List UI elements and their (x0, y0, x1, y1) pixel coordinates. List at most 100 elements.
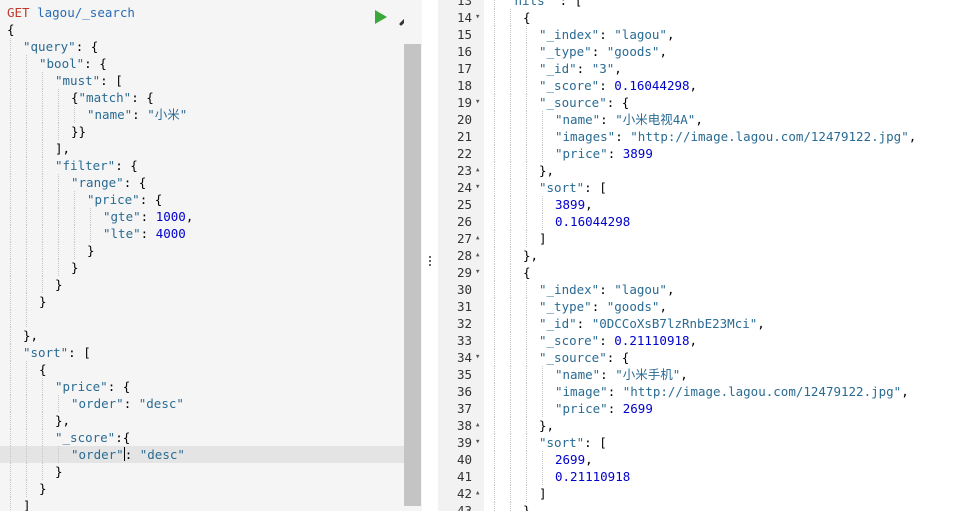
indent-guide (526, 315, 527, 332)
code-token: : (132, 107, 148, 122)
request-code-line[interactable]: "lte": 4000 (0, 225, 404, 242)
request-code-line[interactable]: GET lagou/_search (0, 4, 404, 21)
line-text: { (523, 264, 531, 281)
fold-arrow-up-icon[interactable]: ▴ (475, 162, 483, 179)
code-token: , (689, 78, 698, 93)
request-code-line[interactable]: { (0, 21, 404, 38)
fold-arrow-down-icon[interactable]: ▾ (475, 434, 483, 451)
code-token: : (591, 44, 607, 59)
response-code-line: 13 "hits" : [ (438, 0, 964, 9)
indent-guide (494, 26, 495, 43)
indent-guide (10, 106, 11, 123)
indent-guide (526, 26, 527, 43)
request-code-line[interactable]: "gte": 1000, (0, 208, 404, 225)
indent-guide (10, 327, 11, 344)
request-code-line[interactable]: } (0, 463, 404, 480)
request-code-line[interactable]: "filter": { (0, 157, 404, 174)
indent-guide (526, 60, 527, 77)
request-code-line[interactable]: "query": { (0, 38, 404, 55)
request-code-line[interactable]: }} (0, 123, 404, 140)
request-code-line[interactable]: }, (0, 327, 404, 344)
line-text: "_index": "lagou", (539, 281, 675, 298)
indent-guide (10, 480, 11, 497)
fold-arrow-down-icon[interactable]: ▾ (475, 9, 483, 26)
indent-guide (526, 349, 527, 366)
request-code-lines[interactable]: GET lagou/_search{"query": {"bool": {"mu… (0, 4, 404, 511)
code-token: , (901, 384, 909, 399)
code-token: : [ (100, 73, 123, 88)
fold-arrow-down-icon[interactable]: ▾ (475, 94, 483, 111)
indent-guide (74, 106, 75, 123)
request-code-line[interactable]: "order": "desc" (0, 395, 404, 412)
request-code-line[interactable]: "order": "desc" (0, 446, 404, 463)
code-token: "sort" (539, 180, 585, 195)
fold-arrow-up-icon[interactable]: ▴ (475, 230, 483, 247)
indent-guide (26, 395, 27, 412)
fold-arrow-up-icon[interactable]: ▴ (475, 247, 483, 264)
code-token: : [ (584, 180, 607, 195)
code-token: "_score" (539, 333, 600, 348)
request-code-line[interactable]: } (0, 293, 404, 310)
code-token: , (666, 27, 675, 42)
response-code-line: 23 ▴}, (438, 162, 964, 179)
code-token: 4000 (155, 226, 186, 241)
code-token: }, (539, 163, 555, 178)
fold-arrow-up-icon[interactable]: ▴ (475, 417, 483, 434)
response-code-line: 37 "price": 2699 (438, 400, 964, 417)
fold-arrow-down-icon[interactable]: ▾ (475, 264, 483, 281)
line-number: 34 (456, 350, 472, 365)
request-editor[interactable]: GET lagou/_search{"query": {"bool": {"mu… (0, 0, 422, 511)
indent-guide (10, 140, 11, 157)
request-code-line[interactable]: ], (0, 140, 404, 157)
editor-scrollbar-thumb[interactable] (404, 44, 421, 506)
indent-guide (10, 174, 11, 191)
request-code-line[interactable]: } (0, 276, 404, 293)
indent-guide (526, 383, 527, 400)
code-token: } (55, 277, 63, 292)
fold-arrow-down-icon[interactable]: ▾ (475, 349, 483, 366)
request-code-line[interactable]: "bool": { (0, 55, 404, 72)
code-token: "_score" (55, 430, 116, 445)
request-code-line[interactable]: "_score":{ (0, 429, 404, 446)
line-text: } (55, 276, 63, 293)
code-token: "小米电视4A" (615, 112, 696, 127)
code-token: }, (523, 248, 539, 263)
request-code-line[interactable]: } (0, 242, 404, 259)
request-code-line[interactable]: {"match": { (0, 89, 404, 106)
indent-guide (10, 310, 11, 327)
request-code-line[interactable]: }, (0, 412, 404, 429)
request-code-line[interactable]: { (0, 361, 404, 378)
indent-guide (42, 378, 43, 395)
request-code-line[interactable]: "sort": [ (0, 344, 404, 361)
request-code-line[interactable]: "range": { (0, 174, 404, 191)
response-viewer[interactable]: 13 "hits" : [14 ▾{15 "_index": "lagou", 16 "_… (438, 0, 964, 511)
request-code-line[interactable]: "price": { (0, 378, 404, 395)
resize-handle-icon[interactable] (428, 256, 432, 270)
fold-arrow-down-icon[interactable]: ▾ (475, 179, 483, 196)
response-code-line: 35 "name": "小米手机", (438, 366, 964, 383)
code-token: "order" (71, 396, 124, 411)
request-code-line[interactable]: } (0, 259, 404, 276)
indent-guide (26, 157, 27, 174)
line-text: "price": { (55, 378, 130, 395)
play-icon[interactable] (374, 10, 388, 24)
request-code-line[interactable]: ] (0, 497, 404, 511)
indent-guide (526, 196, 527, 213)
code-token: "gte" (103, 209, 141, 224)
indent-guide (510, 230, 511, 247)
request-code-line[interactable]: } (0, 480, 404, 497)
line-number: 31 (456, 299, 472, 314)
indent-guide (510, 60, 511, 77)
request-code-line[interactable]: "name": "小米" (0, 106, 404, 123)
indent-guide (510, 213, 511, 230)
line-text: "_score": 0.16044298, (539, 77, 697, 94)
indent-guide (510, 162, 511, 179)
fold-arrow-up-icon[interactable]: ▴ (475, 485, 483, 502)
request-code-line[interactable] (0, 310, 404, 327)
indent-guide (26, 480, 27, 497)
request-code-line[interactable]: "must": [ (0, 72, 404, 89)
request-code-line[interactable]: "price": { (0, 191, 404, 208)
code-token: :{ (115, 430, 131, 445)
line-text: "gte": 1000, (103, 208, 193, 225)
